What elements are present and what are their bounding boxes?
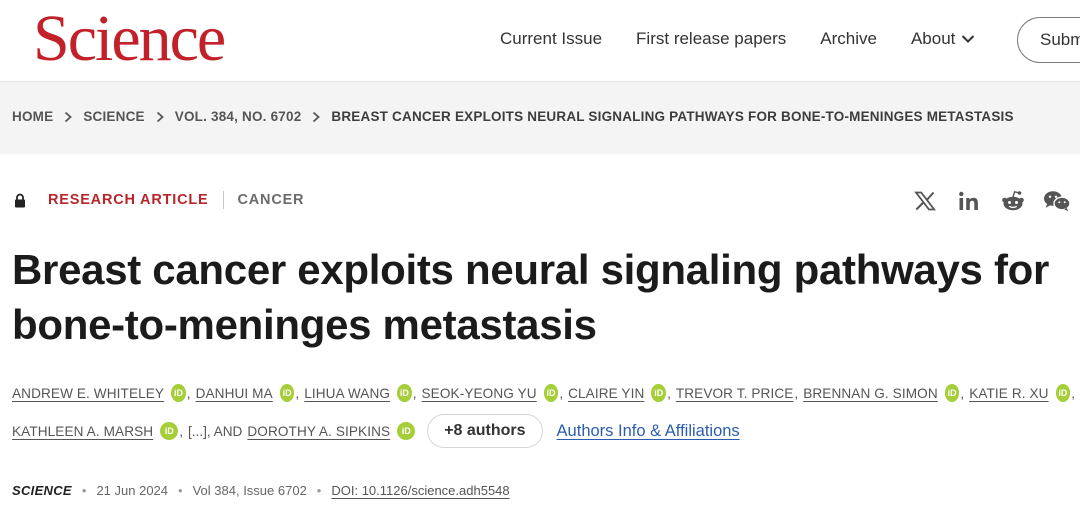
more-authors-button[interactable]: +8 authors — [427, 414, 543, 448]
orcid-icon[interactable]: iD — [279, 384, 295, 402]
author-list: ANDREW E. WHITELEY iD , DANHUI MA iD , L… — [12, 380, 1080, 448]
separator: , — [559, 385, 564, 401]
chevron-right-icon — [156, 111, 164, 123]
breadcrumb: HOME SCIENCE VOL. 384, NO. 6702 BREAST C… — [0, 82, 1080, 154]
x-icon[interactable] — [910, 186, 940, 216]
breadcrumb-science[interactable]: SCIENCE — [83, 109, 144, 124]
nav-archive[interactable]: Archive — [820, 29, 877, 49]
orcid-icon[interactable]: iD — [944, 384, 960, 402]
breadcrumb-home[interactable]: HOME — [12, 109, 53, 124]
nav-current-issue[interactable]: Current Issue — [500, 29, 602, 49]
separator: , — [1071, 385, 1076, 401]
author-name[interactable]: KATIE R. XU — [969, 386, 1048, 401]
author-line-2: KATHLEEN A. MARSH iD , [...], AND DOROTH… — [12, 414, 1080, 448]
separator: , — [960, 385, 965, 401]
author-name[interactable]: KATHLEEN A. MARSH — [12, 424, 153, 439]
main-nav: Current Issue First release papers Archi… — [500, 29, 1009, 49]
citation-journal: SCIENCE — [12, 483, 72, 498]
orcid-icon[interactable]: iD — [397, 384, 412, 402]
nav-label: First release papers — [636, 29, 787, 48]
site-header: Science Current Issue First release pape… — [0, 0, 1080, 82]
chevron-right-icon — [312, 111, 321, 123]
author-line-1: ANDREW E. WHITELEY iD , DANHUI MA iD , L… — [12, 380, 1080, 406]
share-bar — [910, 186, 1080, 216]
article-category-label[interactable]: CANCER — [238, 192, 305, 208]
author-name[interactable]: BRENNAN G. SIMON — [803, 386, 938, 401]
nav-label: Current Issue — [500, 29, 603, 48]
author-name[interactable]: DANHUI MA — [196, 386, 273, 401]
bullet-separator: • — [178, 483, 183, 498]
bullet-separator: • — [81, 483, 87, 498]
author-name[interactable]: SEOK-YEONG YU — [422, 386, 537, 401]
breadcrumb-volume[interactable]: VOL. 384, NO. 6702 — [175, 109, 302, 124]
orcid-icon[interactable]: iD — [160, 422, 179, 440]
author-name[interactable]: CLAIRE YIN — [568, 386, 644, 401]
orcid-icon[interactable]: iD — [543, 384, 559, 402]
citation-line: SCIENCE • 21 Jun 2024 • Vol 384, Issue 6… — [12, 483, 510, 498]
author-name[interactable]: DOROTHY A. SIPKINS — [247, 424, 390, 439]
separator: , — [295, 385, 300, 401]
doi-link[interactable]: DOI: 10.1126/science.adh5548 — [331, 483, 509, 498]
separator: , — [667, 385, 671, 401]
author-name[interactable]: LIHUA WANG — [304, 386, 390, 401]
lock-icon — [14, 193, 26, 208]
nav-first-release[interactable]: First release papers — [636, 29, 786, 49]
article-type-label[interactable]: RESEARCH ARTICLE — [48, 192, 209, 208]
separator: , — [794, 385, 799, 401]
separator: , — [186, 385, 191, 401]
separator: , — [179, 423, 183, 439]
breadcrumb-current: BREAST CANCER EXPLOITS NEURAL SIGNALING … — [331, 109, 1014, 124]
wechat-icon[interactable] — [1042, 186, 1072, 216]
separator: , — [412, 385, 417, 401]
orcid-icon[interactable]: iD — [651, 384, 667, 402]
nav-about[interactable]: About — [911, 29, 975, 49]
science-logo[interactable]: Science — [33, 6, 226, 72]
article-meta: RESEARCH ARTICLE CANCER — [14, 191, 304, 209]
orcid-icon[interactable]: iD — [171, 384, 186, 402]
bullet-separator: • — [316, 483, 322, 498]
submit-manuscript-button[interactable]: Submit manuscript — [1017, 17, 1080, 63]
chevron-right-icon — [64, 111, 73, 123]
nav-label: About — [910, 29, 956, 48]
chevron-down-icon — [962, 35, 975, 43]
author-name[interactable]: ANDREW E. WHITELEY — [12, 386, 164, 401]
orcid-icon[interactable]: iD — [1055, 384, 1071, 402]
meta-divider — [222, 191, 224, 209]
reddit-icon[interactable] — [998, 186, 1028, 216]
author-ellipsis: [...], AND — [187, 423, 243, 439]
citation-date: 21 Jun 2024 — [96, 483, 169, 498]
article-title: Breast cancer exploits neural signaling … — [12, 246, 1050, 348]
citation-volume[interactable]: Vol 384, Issue 6702 — [193, 483, 307, 498]
author-name[interactable]: TREVOR T. PRICE — [676, 386, 794, 401]
orcid-icon[interactable]: iD — [397, 422, 416, 440]
article-page: Science Current Issue First release pape… — [0, 0, 1080, 510]
nav-label: Archive — [820, 29, 877, 48]
linkedin-icon[interactable] — [954, 186, 984, 216]
authors-info-link[interactable]: Authors Info & Affiliations — [557, 422, 740, 441]
